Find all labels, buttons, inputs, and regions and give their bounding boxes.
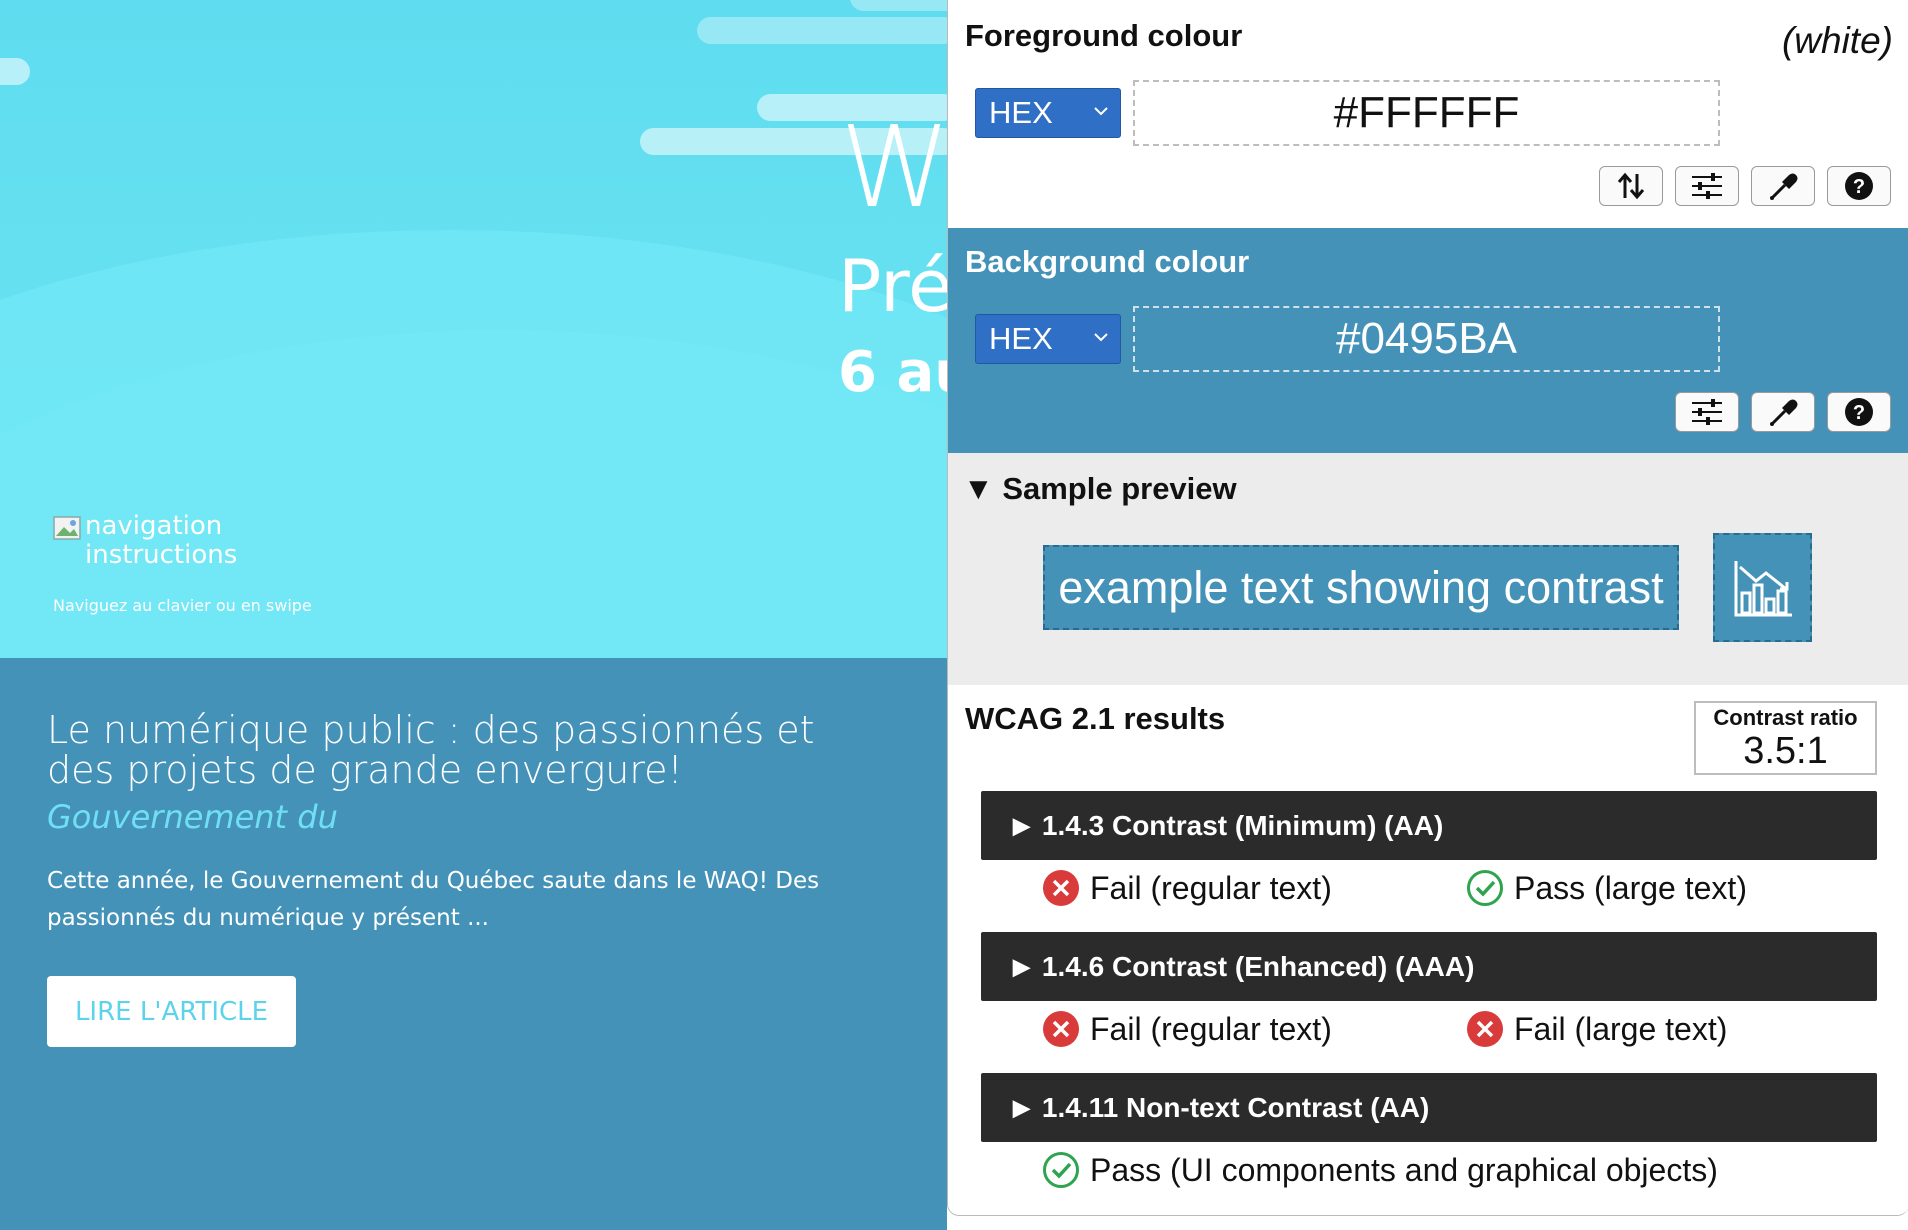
chevron-down-icon <box>1094 333 1108 342</box>
foreground-eyedropper-button[interactable] <box>1751 166 1815 206</box>
result-label: Pass (large text) <box>1514 869 1747 906</box>
hero-decor-pill <box>0 58 30 85</box>
broken-image-icon <box>53 516 81 540</box>
foreground-format-select[interactable]: HEX <box>975 88 1121 138</box>
background-help-button[interactable]: ? <box>1827 392 1891 432</box>
background-hex-input[interactable]: #0495BA <box>1133 306 1720 372</box>
foreground-heading: Foreground colour <box>965 18 1243 53</box>
result-label: Fail (regular text) <box>1090 1010 1332 1047</box>
sliders-icon <box>1692 173 1722 199</box>
criterion-1-4-3-regular-result: Fail (regular text) <box>1042 869 1332 907</box>
background-format-select[interactable]: HEX <box>975 314 1121 364</box>
article-card: Le numérique public : des passionnés et … <box>0 658 947 1230</box>
criterion-1-4-6-regular-result: Fail (regular text) <box>1042 1010 1332 1048</box>
eyedropper-icon <box>1770 173 1798 200</box>
swap-colours-button[interactable] <box>1599 166 1663 206</box>
chevron-down-icon <box>1094 107 1108 116</box>
foreground-help-button[interactable]: ? <box>1827 166 1891 206</box>
navigation-hint: Naviguez au clavier ou en swipe <box>53 596 312 615</box>
hero-decor-pill <box>850 0 947 11</box>
hero-banner: W Pré 6 au navigation instructions Navig… <box>0 0 947 658</box>
chart-icon <box>1734 560 1792 616</box>
criterion-1-4-3-header[interactable]: ▶ 1.4.3 Contrast (Minimum) (AA) <box>981 791 1877 860</box>
triangle-right-icon: ▶ <box>1013 812 1030 838</box>
swap-icon <box>1617 172 1645 200</box>
hero-date: 6 au <box>838 340 947 405</box>
contrast-ratio-box: Contrast ratio 3.5:1 <box>1694 701 1877 775</box>
triangle-right-icon: ▶ <box>1013 1094 1030 1120</box>
article-excerpt: Cette année, le Gouvernement du Québec s… <box>47 868 820 931</box>
criterion-1-4-11-header[interactable]: ▶ 1.4.11 Non-text Contrast (AA) <box>981 1073 1877 1142</box>
read-article-button[interactable]: LIRE L'ARTICLE <box>47 976 296 1047</box>
fail-icon <box>1043 870 1079 906</box>
criterion-title: 1.4.6 Contrast (Enhanced) (AAA) <box>1041 950 1475 982</box>
contrast-checker-panel: Foreground colour (white) HEX #FFFFFF ? … <box>947 0 1908 1216</box>
fail-icon <box>1043 1011 1079 1047</box>
criterion-1-4-11-result: Pass (UI components and graphical object… <box>1042 1151 1718 1189</box>
foreground-colour-name: (white) <box>1781 20 1893 61</box>
triangle-right-icon: ▶ <box>1013 953 1030 979</box>
foreground-section: Foreground colour (white) HEX #FFFFFF ? <box>948 0 1908 228</box>
background-eyedropper-button[interactable] <box>1751 392 1815 432</box>
result-label: Pass (UI components and graphical object… <box>1090 1151 1718 1188</box>
webpage: W Pré 6 au navigation instructions Navig… <box>0 0 947 1230</box>
criterion-title: 1.4.11 Non-text Contrast (AA) <box>1041 1091 1430 1123</box>
hero-decor-pill <box>697 17 947 44</box>
background-format-value: HEX <box>989 321 1053 356</box>
sliders-icon <box>1692 399 1722 425</box>
navigation-image-alt-text: navigation instructions <box>85 511 238 570</box>
background-adjust-button[interactable] <box>1675 392 1739 432</box>
criterion-1-4-6-large-result: Fail (large text) <box>1466 1010 1727 1048</box>
background-heading: Background colour <box>965 244 1250 279</box>
eyedropper-icon <box>1770 399 1798 426</box>
result-label: Fail (large text) <box>1514 1010 1728 1047</box>
background-section: Background colour HEX #0495BA ? <box>948 228 1908 453</box>
result-label: Fail (regular text) <box>1090 869 1332 906</box>
criterion-title: 1.4.3 Contrast (Minimum) (AA) <box>1041 809 1444 841</box>
pass-icon <box>1043 1152 1079 1188</box>
sample-graphic-preview <box>1713 533 1812 642</box>
svg-text:?: ? <box>1853 402 1865 424</box>
wcag-results-heading: WCAG 2.1 results <box>965 701 1226 736</box>
triangle-down-icon: ▼ <box>963 471 994 506</box>
contrast-ratio-label: Contrast ratio <box>1713 705 1858 730</box>
fail-icon <box>1467 1011 1503 1047</box>
article-title[interactable]: Le numérique public : des passionnés et … <box>47 710 847 790</box>
foreground-adjust-button[interactable] <box>1675 166 1739 206</box>
wcag-results-section: WCAG 2.1 results Contrast ratio 3.5:1 ▶ … <box>948 685 1908 1215</box>
sample-preview-heading: Sample preview <box>1002 471 1237 506</box>
sample-preview-toggle[interactable]: ▼ Sample preview <box>963 471 1237 507</box>
hero-subtitle: Pré <box>838 244 947 328</box>
hero-title: W <box>840 103 947 233</box>
criterion-1-4-3-large-result: Pass (large text) <box>1466 869 1747 907</box>
foreground-hex-input[interactable]: #FFFFFF <box>1133 80 1720 146</box>
help-icon: ? <box>1845 172 1873 200</box>
foreground-format-value: HEX <box>989 95 1053 130</box>
contrast-ratio-value: 3.5:1 <box>1743 730 1828 772</box>
sample-preview-section: ▼ Sample preview example text showing co… <box>948 453 1908 685</box>
criterion-1-4-6-header[interactable]: ▶ 1.4.6 Contrast (Enhanced) (AAA) <box>981 932 1877 1001</box>
help-icon: ? <box>1845 398 1873 426</box>
svg-text:?: ? <box>1853 176 1865 198</box>
pass-icon <box>1467 870 1503 906</box>
sample-text-preview: example text showing contrast <box>1043 545 1679 630</box>
article-source: Gouvernement du <box>47 798 338 836</box>
